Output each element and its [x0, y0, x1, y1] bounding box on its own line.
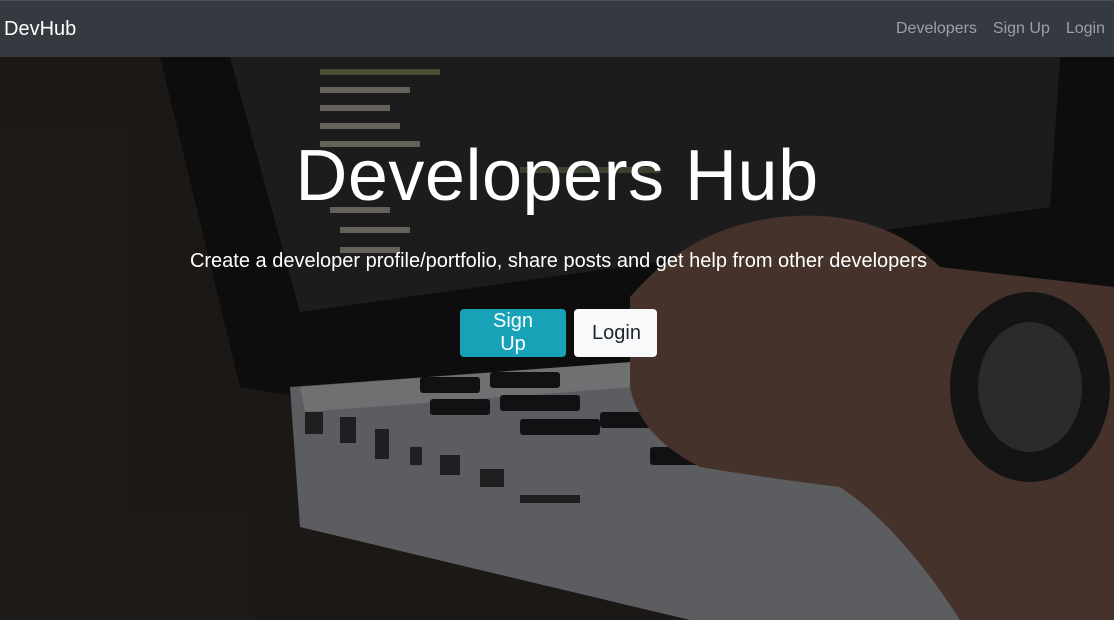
login-button[interactable]: Login: [574, 309, 657, 357]
nav-link-developers[interactable]: Developers: [896, 20, 977, 38]
navbar: DevHub Developers Sign Up Login: [0, 0, 1114, 57]
hero-subtitle: Create a developer profile/portfolio, sh…: [189, 250, 928, 272]
signup-button[interactable]: Sign Up: [460, 309, 566, 357]
nav-links: Developers Sign Up Login: [896, 20, 1105, 38]
hero-section: Developers Hub Create a developer profil…: [0, 57, 1114, 620]
hero-content: Developers Hub Create a developer profil…: [0, 57, 1114, 620]
hero-title: Developers Hub: [295, 136, 819, 216]
nav-link-signup[interactable]: Sign Up: [993, 20, 1050, 38]
brand-link[interactable]: DevHub: [4, 18, 76, 41]
hero-buttons: Sign Up Login: [0, 309, 1114, 357]
nav-link-login[interactable]: Login: [1066, 20, 1105, 38]
